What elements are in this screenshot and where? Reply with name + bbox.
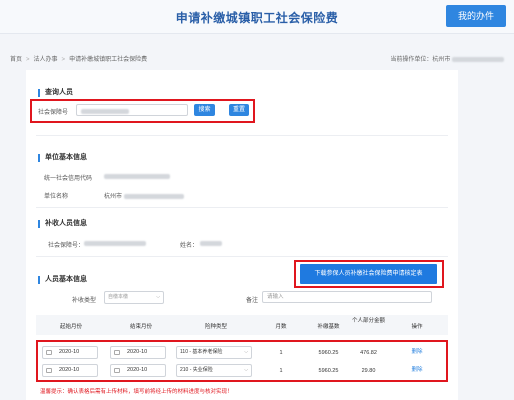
unit-name-value: 杭州市 <box>104 191 184 200</box>
main-card: 查询人员 社会保障号 搜索 重置 单位基本信息 统一社会信用代码 单位名称 杭州… <box>26 70 458 400</box>
top-bar: 申请补缴城镇职工社会保险费 我的办件 <box>0 0 514 34</box>
remark-input[interactable]: 请输入 <box>262 291 432 303</box>
redacted-credit-code <box>104 174 170 179</box>
unit-name-label: 单位名称 <box>44 194 69 200</box>
section-divider <box>36 135 448 136</box>
current-operator: 当前操作单位：杭州市 <box>390 54 504 63</box>
section-divider <box>36 207 448 208</box>
person-section-title: 补收人员信息 <box>38 220 87 228</box>
person-name-label: 姓名： <box>180 243 199 249</box>
col-months: 月数 <box>275 324 287 330</box>
table-header: 起始月份 结束月份 险种类型 月数 补缴基数 个人部分金额 操作 <box>36 315 448 335</box>
my-tasks-button[interactable]: 我的办件 <box>446 5 506 27</box>
highlight-table-rows <box>36 340 448 382</box>
breadcrumb-bar: 首页 > 法人办事 > 申请补缴城镇职工社会保险费 当前操作单位：杭州市 <box>0 50 514 64</box>
redacted-person-ssn <box>84 241 146 246</box>
col-action: 操作 <box>411 324 423 330</box>
col-insurance-type: 险种类型 <box>204 324 227 330</box>
breadcrumb: 首页 > 法人办事 > 申请补缴城镇职工社会保险费 <box>10 54 147 63</box>
col-start-month: 起始月份 <box>59 324 82 330</box>
person-ssn-label: 社会保障号： <box>48 243 85 249</box>
breadcrumb-current: 申请补缴城镇职工社会保险费 <box>69 57 148 63</box>
section-divider <box>36 256 448 257</box>
page-title: 申请补缴城镇职工社会保险费 <box>175 11 339 25</box>
redacted-person-name <box>200 241 222 246</box>
credit-code-label: 统一社会信用代码 <box>44 176 93 182</box>
col-end-month: 结束月份 <box>129 324 152 330</box>
breadcrumb-separator: > <box>26 57 30 63</box>
redacted-unit-name <box>123 193 184 199</box>
redacted-operator-name <box>452 56 504 62</box>
breadcrumb-separator: > <box>61 57 66 63</box>
highlight-download-button <box>294 260 444 288</box>
pay-type-label: 补收类型 <box>72 298 97 304</box>
basic-section-title: 人员基本信息 <box>38 276 87 284</box>
col-personal-amount: 个人部分金额 <box>351 318 385 324</box>
warm-tip: 温馨提示：确认表格后需有上传材料，填写前将经上传的材料进度与核对实现！ <box>40 389 233 395</box>
breadcrumb-home[interactable]: 首页 <box>10 57 22 63</box>
highlight-query-area <box>30 99 255 123</box>
query-section-title: 查询人员 <box>38 89 73 97</box>
breadcrumb-level2[interactable]: 法人办事 <box>34 57 58 63</box>
chevron-down-icon: ⌵ <box>156 294 160 300</box>
operator-label: 当前操作单位：杭州市 <box>390 57 451 63</box>
remark-label: 备注 <box>246 298 259 304</box>
unit-section-title: 单位基本信息 <box>38 154 87 162</box>
pay-type-select[interactable]: 自缴本缴 ⌵ <box>104 291 164 304</box>
col-base: 补缴基数 <box>317 324 340 330</box>
